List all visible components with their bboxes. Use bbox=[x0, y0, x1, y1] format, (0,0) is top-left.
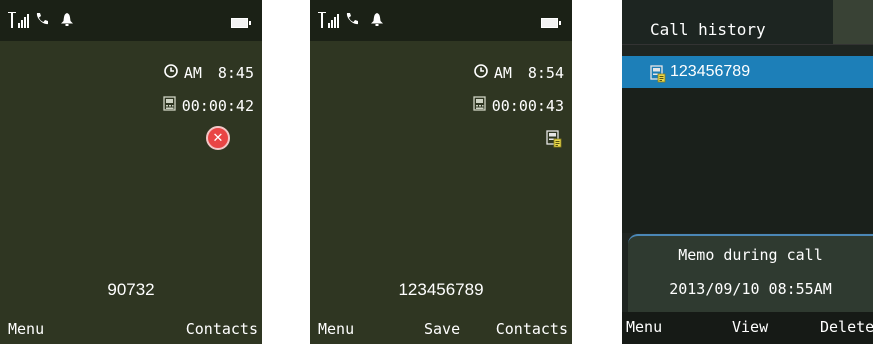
phone-icon bbox=[345, 12, 359, 31]
error-x-icon: ✕ bbox=[206, 126, 230, 150]
phone-screen-call-history: Call history 123456789 Memo during call … bbox=[622, 0, 873, 344]
signal-icon bbox=[8, 11, 30, 33]
call-duration: 00:00:42 bbox=[163, 96, 254, 115]
save-softkey[interactable]: Save bbox=[424, 320, 460, 338]
memo-title: Memo during call bbox=[678, 246, 823, 264]
memo-card-icon bbox=[650, 65, 666, 88]
title-bar-decoration bbox=[833, 0, 873, 44]
signal-icon bbox=[318, 11, 340, 33]
dialed-number: 90732 bbox=[107, 280, 155, 299]
status-bar bbox=[310, 0, 572, 41]
call-time: AM 8:54 bbox=[474, 64, 564, 82]
phone-screen-calling: AM 8:45 00:00:42 ✕ 90732 Menu Contacts bbox=[0, 0, 262, 344]
am-pm-label: AM bbox=[183, 64, 202, 82]
page-title: Call history bbox=[650, 20, 766, 39]
memo-card-icon bbox=[163, 96, 176, 115]
time-value: 8:45 bbox=[217, 64, 254, 82]
delete-softkey[interactable]: Delete bbox=[820, 318, 873, 336]
call-time: AM 8:45 bbox=[164, 64, 254, 82]
battery-icon bbox=[231, 18, 251, 28]
title-bar: Call history bbox=[622, 0, 873, 45]
view-softkey[interactable]: View bbox=[732, 318, 768, 336]
call-history-item-selected[interactable]: 123456789 bbox=[622, 56, 873, 88]
phone-screen-call-memo: AM 8:54 00:00:43 123456789 Menu Save Con… bbox=[310, 0, 572, 344]
am-pm-label: AM bbox=[493, 64, 512, 82]
menu-softkey[interactable]: Menu bbox=[8, 320, 44, 338]
call-duration: 00:00:43 bbox=[473, 96, 564, 115]
softkey-bar: Menu Save Contacts bbox=[310, 314, 572, 344]
battery-icon bbox=[541, 18, 561, 28]
clock-icon bbox=[474, 64, 488, 82]
bell-icon bbox=[370, 12, 384, 32]
menu-softkey[interactable]: Menu bbox=[318, 320, 354, 338]
memo-detail-panel: Memo during call 2013/09/10 08:55AM bbox=[628, 234, 873, 316]
duration-value: 00:00:43 bbox=[491, 96, 564, 115]
bell-icon bbox=[60, 12, 74, 32]
duration-value: 00:00:42 bbox=[181, 96, 254, 115]
time-value: 8:54 bbox=[527, 64, 564, 82]
dialed-number: 123456789 bbox=[398, 280, 484, 299]
contacts-softkey[interactable]: Contacts bbox=[186, 320, 258, 338]
menu-softkey[interactable]: Menu bbox=[626, 318, 662, 336]
list-item-number: 123456789 bbox=[670, 63, 751, 80]
clock-icon bbox=[164, 64, 178, 82]
call-history-list bbox=[622, 88, 873, 233]
softkey-bar: Menu Contacts bbox=[0, 314, 262, 344]
status-bar bbox=[0, 0, 262, 41]
memo-date: 2013/09/10 08:55AM bbox=[669, 280, 832, 298]
softkey-bar: Menu View Delete bbox=[622, 312, 873, 344]
contacts-softkey[interactable]: Contacts bbox=[496, 320, 568, 338]
phone-icon bbox=[35, 12, 49, 31]
memo-saved-icon bbox=[546, 130, 562, 153]
memo-card-icon bbox=[473, 96, 486, 115]
